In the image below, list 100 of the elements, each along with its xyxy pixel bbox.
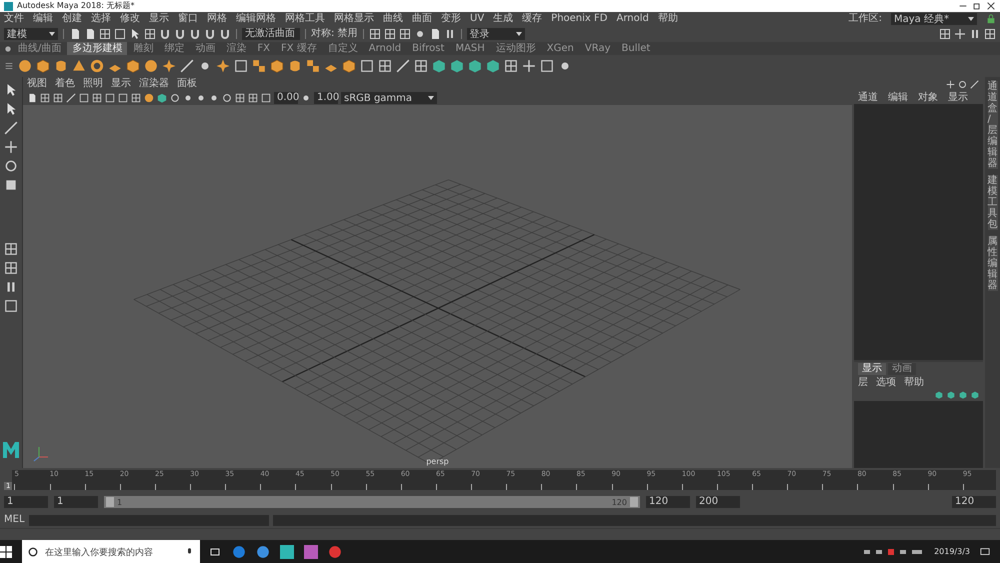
end-frame-field[interactable]: 200 <box>696 496 740 508</box>
lock-icon[interactable] <box>986 14 996 24</box>
star-icon[interactable] <box>216 59 230 73</box>
grid-icon[interactable] <box>92 93 102 103</box>
cube-icon[interactable] <box>450 59 464 73</box>
squares-icon[interactable] <box>306 59 320 73</box>
grid-icon[interactable] <box>504 59 518 73</box>
menu-item[interactable]: Arnold <box>616 12 649 26</box>
playback-start-field[interactable]: 1 <box>54 496 98 508</box>
file-icon[interactable] <box>69 28 81 40</box>
current-frame-field[interactable]: 120 <box>952 496 996 508</box>
login-dropdown[interactable]: 登录 <box>466 28 525 40</box>
menu-item[interactable]: 缓存 <box>522 12 542 26</box>
search-box[interactable]: 在这里输入你要搜索的内容 <box>22 540 200 563</box>
tray-icons[interactable] <box>864 546 924 556</box>
sphere-icon[interactable] <box>144 59 158 73</box>
layer-menu-item[interactable]: 选项 <box>876 376 896 390</box>
squares-icon[interactable] <box>252 59 266 73</box>
menu-item[interactable]: 曲线 <box>383 12 403 26</box>
cube-icon[interactable] <box>432 59 446 73</box>
channel-menu-item[interactable]: 编辑 <box>888 90 908 104</box>
channel-menu-item[interactable]: 通道 <box>858 90 878 104</box>
menu-item[interactable]: 文件 <box>4 12 24 26</box>
cube-icon[interactable] <box>468 59 482 73</box>
side-tab[interactable]: 建模工具包 <box>988 175 998 230</box>
cube-icon[interactable] <box>342 59 356 73</box>
exposure-field[interactable]: 0.00 <box>274 92 298 104</box>
menu-item[interactable]: 显示 <box>149 12 169 26</box>
line-icon[interactable] <box>396 59 410 73</box>
grid-icon[interactable] <box>384 28 396 40</box>
menu-item[interactable]: 窗口 <box>178 12 198 26</box>
sphere-icon[interactable] <box>144 93 154 103</box>
menu-item[interactable]: 曲面 <box>412 12 432 26</box>
layer-tab[interactable]: 显示 <box>858 363 886 375</box>
color-space-dropdown[interactable]: sRGB gamma <box>341 92 437 104</box>
layer-menu-item[interactable]: 层 <box>858 376 868 390</box>
outliner-icon[interactable] <box>4 299 18 313</box>
viewport[interactable]: persp <box>23 105 852 468</box>
dot-icon[interactable] <box>183 93 193 103</box>
circle-icon[interactable] <box>170 93 180 103</box>
panel-menu-item[interactable]: 面板 <box>177 77 197 91</box>
search-field[interactable]: 在这里输入你要搜索的内容 <box>43 546 180 558</box>
cube-icon[interactable] <box>486 59 500 73</box>
grid-icon[interactable] <box>378 59 392 73</box>
range-handle[interactable] <box>630 497 638 507</box>
menu-item[interactable]: 网格显示 <box>334 12 374 26</box>
symmetry-label[interactable]: 对称: 禁用 <box>311 28 358 40</box>
grid-icon[interactable] <box>131 93 141 103</box>
square-icon[interactable] <box>105 93 115 103</box>
square-icon[interactable] <box>118 93 128 103</box>
cross-icon[interactable] <box>522 59 536 73</box>
gamma-field[interactable]: 1.00 <box>314 92 338 104</box>
layer-tab[interactable]: 动画 <box>888 363 916 375</box>
channel-menu-item[interactable]: 显示 <box>948 90 968 104</box>
line-icon[interactable] <box>66 93 76 103</box>
square-icon[interactable] <box>540 59 554 73</box>
panel-menu-item[interactable]: 照明 <box>83 77 103 91</box>
live-surface-field[interactable]: 无激活曲面 <box>242 28 300 40</box>
move-icon[interactable] <box>4 140 18 154</box>
channel-menu-item[interactable]: 对象 <box>918 90 938 104</box>
side-tab[interactable]: 通道盒/层编辑器 <box>988 81 998 169</box>
restore-icon[interactable] <box>972 1 982 11</box>
range-handle[interactable] <box>106 497 114 507</box>
circle-icon[interactable] <box>222 93 232 103</box>
cross-icon[interactable] <box>954 28 966 40</box>
menu-item[interactable]: 创建 <box>62 12 82 26</box>
menu-item[interactable]: 编辑网格 <box>236 12 276 26</box>
menu-icon[interactable] <box>4 61 14 71</box>
grid-icon[interactable] <box>398 28 411 40</box>
square-icon[interactable] <box>79 93 89 103</box>
menu-item[interactable]: 变形 <box>441 12 461 26</box>
close-icon[interactable] <box>986 1 996 11</box>
torus-icon[interactable] <box>90 59 104 73</box>
panel-menu-item[interactable]: 着色 <box>55 77 75 91</box>
line-icon[interactable] <box>180 59 194 73</box>
cube-icon[interactable] <box>36 59 50 73</box>
command-language-label[interactable]: MEL <box>4 514 25 526</box>
grid-icon[interactable] <box>144 28 156 40</box>
panel-menu-item[interactable]: 视图 <box>27 77 47 91</box>
grid-icon[interactable] <box>53 93 63 103</box>
notification-icon[interactable] <box>980 546 990 556</box>
grid-icon[interactable] <box>248 93 258 103</box>
cube-icon[interactable] <box>157 93 167 103</box>
cylinder-icon[interactable] <box>288 59 302 73</box>
mode-dropdown[interactable]: 建模 <box>4 28 58 40</box>
side-tab[interactable]: 属性编辑器 <box>988 236 998 291</box>
menu-item[interactable]: 帮助 <box>658 12 678 26</box>
sphere-icon[interactable] <box>18 59 32 73</box>
microphone-icon[interactable] <box>185 546 194 556</box>
dot-icon[interactable] <box>209 93 219 103</box>
workspace-dropdown[interactable]: Maya 经典* <box>891 13 977 25</box>
cone-icon[interactable] <box>72 59 86 73</box>
grid-icon[interactable] <box>368 28 381 40</box>
panel-menu-item[interactable]: 渲染器 <box>139 77 169 91</box>
grid-icon[interactable] <box>939 28 951 40</box>
square-icon[interactable] <box>261 93 271 103</box>
menu-item[interactable]: 选择 <box>91 12 111 26</box>
playback-end-field[interactable]: 120 <box>646 496 690 508</box>
menu-item[interactable]: 修改 <box>120 12 140 26</box>
menu-item[interactable]: Phoenix FD <box>551 12 608 26</box>
